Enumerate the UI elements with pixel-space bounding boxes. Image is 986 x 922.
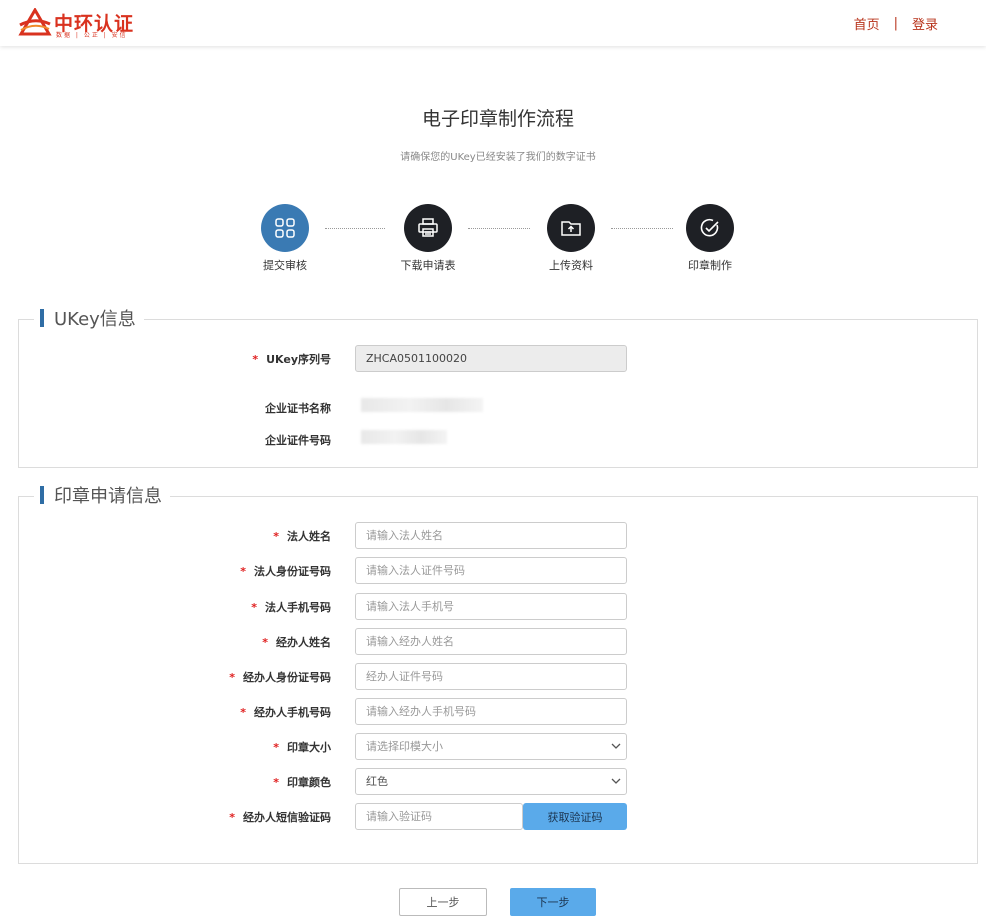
field-label: * 经办人手机号码	[240, 704, 331, 720]
cert-name-label: 企业证书名称	[265, 402, 331, 415]
form-row-sms-code: * 经办人短信验证码 获取验证码	[19, 803, 979, 830]
step-label: 上传资料	[549, 259, 593, 272]
legal-id-label: 法人身份证号码	[254, 565, 331, 578]
seal-application-section: *法人姓名 *法人身份证号码 *法人手机号码 *经办人姓名 *经办人身份证号码 …	[18, 496, 978, 864]
seal-section-title: 印章申请信息	[54, 486, 162, 507]
form-row-ukey-serial: * UKey序列号	[19, 345, 979, 372]
agent-phone-input[interactable]	[355, 698, 627, 725]
step-connector	[468, 228, 530, 229]
ukey-info-section: * UKey序列号 企业证书名称 企业证件号码	[18, 319, 978, 468]
legend-bar	[40, 486, 44, 504]
form-row-agent-name: * 经办人姓名	[19, 628, 979, 655]
field-label: * 经办人姓名	[262, 634, 331, 650]
form-row-legal-id: * 法人身份证号码	[19, 557, 979, 584]
legend-bar	[40, 309, 44, 327]
step-label: 印章制作	[688, 259, 732, 272]
nav-home-link[interactable]: 首页	[854, 14, 880, 33]
step-circle	[261, 204, 309, 252]
seal-color-select[interactable]: 红色	[355, 768, 627, 795]
folder-upload-icon	[561, 221, 581, 236]
required-mark: *	[240, 706, 246, 719]
step-label: 提交审核	[263, 259, 307, 272]
step-circle	[404, 204, 452, 252]
nav-separator: |	[893, 16, 898, 31]
field-label: * 印章颜色	[273, 774, 331, 790]
cert-no-label: 企业证件号码	[265, 434, 331, 447]
ukey-serial-label: UKey序列号	[266, 353, 331, 366]
agent-name-label: 经办人姓名	[276, 636, 331, 649]
form-row-legal-phone: * 法人手机号码	[19, 593, 979, 620]
field-label: * UKey序列号	[252, 351, 331, 367]
legal-name-input[interactable]	[355, 522, 627, 549]
form-row-agent-id: * 经办人身份证号码	[19, 663, 979, 690]
required-mark: *	[229, 671, 235, 684]
field-label: * 经办人身份证号码	[229, 669, 331, 685]
agent-phone-label: 经办人手机号码	[254, 706, 331, 719]
step-upload-materials[interactable]: 上传资料	[526, 204, 616, 273]
step-circle	[686, 204, 734, 252]
legal-phone-input[interactable]	[355, 593, 627, 620]
field-label: * 经办人短信验证码	[229, 809, 331, 825]
page-title: 电子印章制作流程	[421, 108, 574, 130]
nav-login-link[interactable]: 登录	[912, 14, 938, 33]
required-mark: *	[251, 601, 257, 614]
cert-no-value-redacted	[361, 430, 447, 444]
field-label: * 法人身份证号码	[240, 563, 331, 579]
legal-id-input[interactable]	[355, 557, 627, 584]
ukey-serial-field	[355, 345, 627, 372]
step-connector	[611, 228, 673, 229]
top-header: 中环认证 数据 | 公正 | 安信 首页 | 登录	[0, 0, 986, 46]
field-label: * 法人姓名	[273, 528, 331, 544]
step-connector	[325, 228, 385, 229]
get-sms-code-button[interactable]: 获取验证码	[523, 803, 627, 830]
legal-phone-label: 法人手机号码	[265, 601, 331, 614]
step-label: 下载申请表	[400, 259, 456, 272]
step-submit-review[interactable]: 提交审核	[240, 204, 330, 273]
required-mark: *	[262, 636, 268, 649]
logo-emblem-icon	[18, 8, 52, 36]
seal-color-label: 印章颜色	[287, 776, 331, 789]
agent-name-input[interactable]	[355, 628, 627, 655]
sms-code-label: 经办人短信验证码	[243, 811, 331, 824]
prev-step-button[interactable]: 上一步	[399, 888, 487, 916]
form-row-seal-color: * 印章颜色 红色	[19, 768, 979, 795]
field-label: * 法人手机号码	[251, 599, 331, 615]
next-step-button[interactable]: 下一步	[510, 888, 596, 916]
form-row-cert-no: 企业证件号码	[19, 426, 979, 453]
step-circle	[547, 204, 595, 252]
step-seal-production[interactable]: 印章制作	[665, 204, 755, 273]
printer-icon	[418, 218, 438, 237]
agent-id-input[interactable]	[355, 663, 627, 690]
form-row-seal-size: * 印章大小 请选择印模大小	[19, 733, 979, 760]
required-mark: *	[273, 741, 279, 754]
cert-name-value-redacted	[361, 398, 483, 412]
top-nav: 首页 | 登录	[854, 14, 938, 33]
required-mark: *	[252, 353, 259, 366]
required-mark: *	[229, 811, 235, 824]
field-label: * 印章大小	[273, 739, 331, 755]
sms-code-input[interactable]	[355, 803, 523, 830]
step-download-form[interactable]: 下载申请表	[383, 204, 473, 273]
seal-section-legend: 印章申请信息	[34, 482, 170, 508]
logo-subtext: 数据 | 公正 | 安信	[56, 32, 128, 39]
ukey-section-title: UKey信息	[54, 309, 136, 330]
required-mark: *	[273, 530, 279, 543]
logo[interactable]: 中环认证 数据 | 公正 | 安信	[18, 6, 148, 40]
check-circle-icon	[700, 218, 719, 237]
seal-size-label: 印章大小	[287, 741, 331, 754]
grid-icon	[275, 218, 295, 238]
agent-id-label: 经办人身份证号码	[243, 671, 331, 684]
required-mark: *	[273, 776, 279, 789]
form-row-cert-name: 企业证书名称	[19, 394, 979, 421]
ukey-section-legend: UKey信息	[34, 305, 144, 331]
seal-size-select[interactable]: 请选择印模大小	[355, 733, 627, 760]
page-subtitle: 请确保您的UKey已经安装了我们的数字证书	[400, 152, 596, 163]
form-row-legal-name: * 法人姓名	[19, 522, 979, 549]
required-mark: *	[240, 565, 246, 578]
form-row-agent-phone: * 经办人手机号码	[19, 698, 979, 725]
legal-name-label: 法人姓名	[287, 530, 331, 543]
